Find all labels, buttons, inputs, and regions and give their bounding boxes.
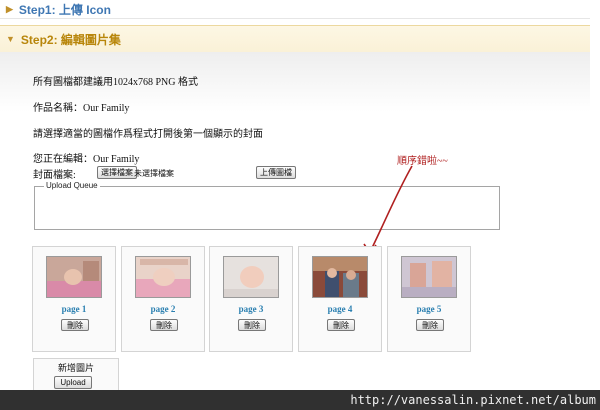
work-name: 作品名稱：Our Family (33, 103, 130, 114)
delete-button-2[interactable]: 刪除 (150, 319, 178, 331)
baby-photo-icon (224, 257, 278, 297)
delete-button-4[interactable]: 刪除 (327, 319, 355, 331)
page-label-5: page 5 (416, 304, 442, 314)
page-card-5: page 5 刪除 (387, 246, 471, 352)
annotation-arrow-icon (363, 165, 413, 255)
page-label-4: page 4 (327, 304, 353, 314)
family-photo-icon (313, 257, 367, 297)
editing-title: 您正在編輯：Our Family (33, 154, 140, 165)
upload-queue (34, 186, 500, 230)
baby-photo-icon (47, 257, 101, 297)
step1-label: Step1: 上傳 Icon (18, 2, 111, 17)
no-file-chosen: 未選擇檔案 (134, 169, 174, 178)
watermark-url: http://vanessalin.pixnet.net/album (350, 393, 596, 407)
page-card-2: page 2 刪除 (121, 246, 205, 352)
page-card-4: page 4 刪除 (298, 246, 382, 352)
add-picture-card: 新增圖片 Upload (33, 358, 119, 392)
baby-photo-icon (136, 257, 190, 297)
cover-instruction: 請選擇適當的圖檔作爲程式打開後第一個顯示的封面 (33, 129, 263, 140)
baby-photo-icon (402, 257, 456, 297)
add-picture-title: 新增圖片 (57, 364, 94, 374)
delete-button-5[interactable]: 刪除 (416, 319, 444, 331)
expanded-arrow-icon: ▼ (6, 34, 15, 44)
collapsed-arrow-icon: ▶ (6, 3, 13, 14)
delete-button-3[interactable]: 刪除 (238, 319, 266, 331)
page-label-1: page 1 (61, 304, 87, 314)
page-thumbnail-2[interactable] (135, 256, 191, 298)
upload-button[interactable]: Upload (54, 376, 92, 389)
cover-file-label: 封面檔案: (33, 170, 76, 181)
delete-button-1[interactable]: 刪除 (61, 319, 89, 331)
step1-header[interactable]: ▶ Step1: 上傳 Icon (0, 0, 590, 19)
page-label-2: page 2 (150, 304, 176, 314)
format-hint: 所有圖檔都建議用1024x768 PNG 格式 (33, 77, 199, 88)
page-thumbnail-4[interactable] (312, 256, 368, 298)
page-label-3: page 3 (238, 304, 264, 314)
page-thumbnail-1[interactable] (46, 256, 102, 298)
upload-queue-legend: Upload Queue (44, 181, 100, 190)
page-thumbnail-3[interactable] (223, 256, 279, 298)
watermark-bar: http://vanessalin.pixnet.net/album (0, 390, 600, 410)
page-card-1: page 1 刪除 (32, 246, 116, 352)
choose-file-button[interactable]: 選擇檔案 (97, 166, 137, 179)
page-card-3: page 3 刪除 (209, 246, 293, 352)
step2-header[interactable]: ▼ Step2: 編輯圖片集 (0, 25, 590, 53)
step2-label: Step2: 編輯圖片集 (20, 32, 121, 47)
upload-cover-button[interactable]: 上傳圖檔 (256, 166, 296, 179)
page-thumbnail-5[interactable] (401, 256, 457, 298)
